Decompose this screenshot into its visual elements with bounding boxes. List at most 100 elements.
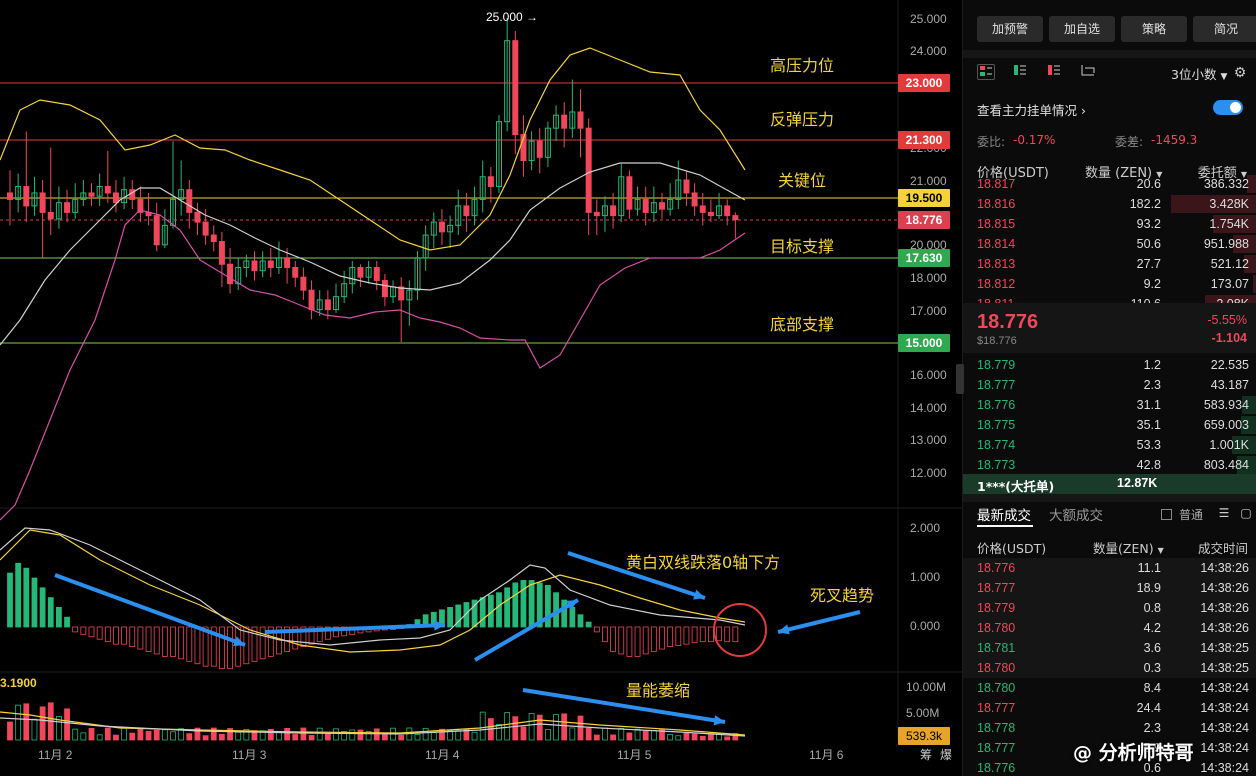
filter-icon[interactable]: ☰ [1215,506,1233,522]
depth-chart-icon[interactable] [1079,64,1097,80]
trade-col-quantity[interactable]: 数量(ZEN) ▼ [1093,538,1164,557]
liquidation-button[interactable]: 爆 [940,746,952,763]
volume-bar [104,727,111,741]
price-tag-current: 18.776 [898,211,950,229]
bid-row[interactable]: 18.774 53.3 1.001K [963,435,1256,455]
macd-bar [716,626,722,642]
trade-quantity: 3.6 [1143,641,1161,655]
chevron-down-icon: ▼ [1220,72,1228,82]
bid-row[interactable]: 18.775 35.1 659.003 [963,415,1256,435]
ask-row[interactable]: 18.812 9.2 173.07 [963,274,1256,294]
annotation-key-level: 关键位 [778,171,827,190]
add-favorite-button[interactable]: 加自选 [1049,16,1115,42]
ask-row[interactable]: 18.815 93.2 1.754K [963,214,1256,234]
candle-body [88,192,95,197]
macd-bar [691,626,698,644]
macd-bar [675,626,682,647]
volume-bar [691,733,698,741]
ask-amount: 386.332 [1203,177,1249,191]
chip-button[interactable]: 筹 [920,746,932,763]
trade-price: 18.777 [977,741,1016,755]
ask-row[interactable]: 18.813 27.7 521.12 [963,254,1256,274]
strategy-button[interactable]: 策略 [1121,16,1187,42]
macd-bar [520,580,527,628]
panel-collapse-handle[interactable] [956,364,964,394]
decimals-select[interactable]: 3位小数 ▼ [1171,64,1227,83]
volume-tick: 10.00M [906,680,947,694]
tab-underline [977,525,1033,527]
normal-checkbox[interactable] [1161,509,1172,520]
chart-area[interactable]: 25.00024.00022.00021.00020.00018.00017.0… [0,0,962,776]
macd-bar [104,626,111,643]
expand-icon[interactable]: ▢ [1237,506,1255,522]
main-order-toggle[interactable] [1213,100,1243,115]
settings-icon[interactable]: ⚙ [1231,64,1249,80]
trade-row: 18.777 18.9 14:38:26 [963,578,1256,598]
volume-bar [72,728,79,741]
macd-bar [47,597,54,628]
volume-bar [39,706,46,741]
add-alert-button[interactable]: 加预警 [977,16,1043,42]
volume-bar [31,718,38,741]
bid-row[interactable]: 18.777 2.3 43.187 [963,375,1256,395]
trade-quantity: 11.1 [1137,561,1161,575]
peak-label: 25.000 → [486,10,539,24]
bid-row[interactable]: 18.779 1.2 22.535 [963,355,1256,375]
tab-latest-trades[interactable]: 最新成交 [977,504,1031,524]
trade-price: 18.776 [977,561,1016,575]
ask-quantity: 20.6 [1136,177,1161,191]
macd-bar [610,626,616,652]
tab-large-trades[interactable]: 大额成交 [1049,504,1103,524]
volume-ma-line [0,711,746,736]
bid-row[interactable]: 18.773 42.8 803.484 [963,455,1256,475]
candle-body [210,234,217,243]
volume-bar [610,734,616,741]
ask-row[interactable]: 18.817 20.6 386.332 [963,174,1256,194]
trade-quantity: 18.9 [1136,581,1161,595]
macd-bar [64,616,70,628]
candle-body [251,260,258,272]
ask-price: 18.816 [977,197,1016,211]
trade-price: 18.777 [977,581,1016,595]
y-tick: 18.000 [910,271,947,285]
volume-bar [121,727,127,741]
macd-bar [447,607,454,628]
big-order-label: 1***(大托单) [977,479,1055,494]
annotation-high-resistance: 高压力位 [770,56,835,75]
macd-bar [512,582,519,628]
candle-body [691,192,698,207]
volume-bar [80,732,87,741]
trade-time: 14:38:24 [1200,721,1249,735]
ask-amount: 3.428K [1209,197,1249,211]
volume-bar [113,734,119,741]
ask-row[interactable]: 18.814 50.6 951.988 [963,234,1256,254]
volume-bar [447,730,454,741]
overview-button[interactable]: 简况 [1193,16,1256,42]
orderbook-asks-icon[interactable] [1045,64,1063,80]
candle-body [194,211,201,223]
ask-amount: 1.754K [1209,217,1249,231]
bid-row[interactable]: 18.776 31.1 583.934 [963,395,1256,415]
ask-row[interactable]: 18.816 182.2 3.428K [963,194,1256,214]
main-order-link[interactable]: 查看主力挂单情况 › [977,100,1086,119]
volume-bar [308,735,315,741]
x-tick-3: 11月 4 [425,748,460,762]
candle-body [47,211,54,220]
ask-amount: 951.988 [1203,237,1249,251]
price-tag-rebound-resistance: 21.300 [898,131,950,149]
trade-price: 18.780 [977,661,1016,675]
orderbook-both-icon[interactable] [977,64,995,80]
ask-price: 18.813 [977,257,1016,271]
trade-quantity: 4.2 [1143,621,1161,635]
orderbook-bids-icon[interactable] [1011,64,1029,80]
trade-time: 14:38:24 [1200,681,1249,695]
macd-bar [650,626,657,652]
price-tag-key-level: 19.500 [898,189,950,207]
volume-bar [137,728,144,741]
volume-bar [536,714,543,741]
volume-bar [7,721,13,741]
candle-body [308,289,315,311]
candle-body [561,114,568,129]
candle-body [23,185,30,207]
trade-time: 14:38:26 [1200,561,1249,575]
